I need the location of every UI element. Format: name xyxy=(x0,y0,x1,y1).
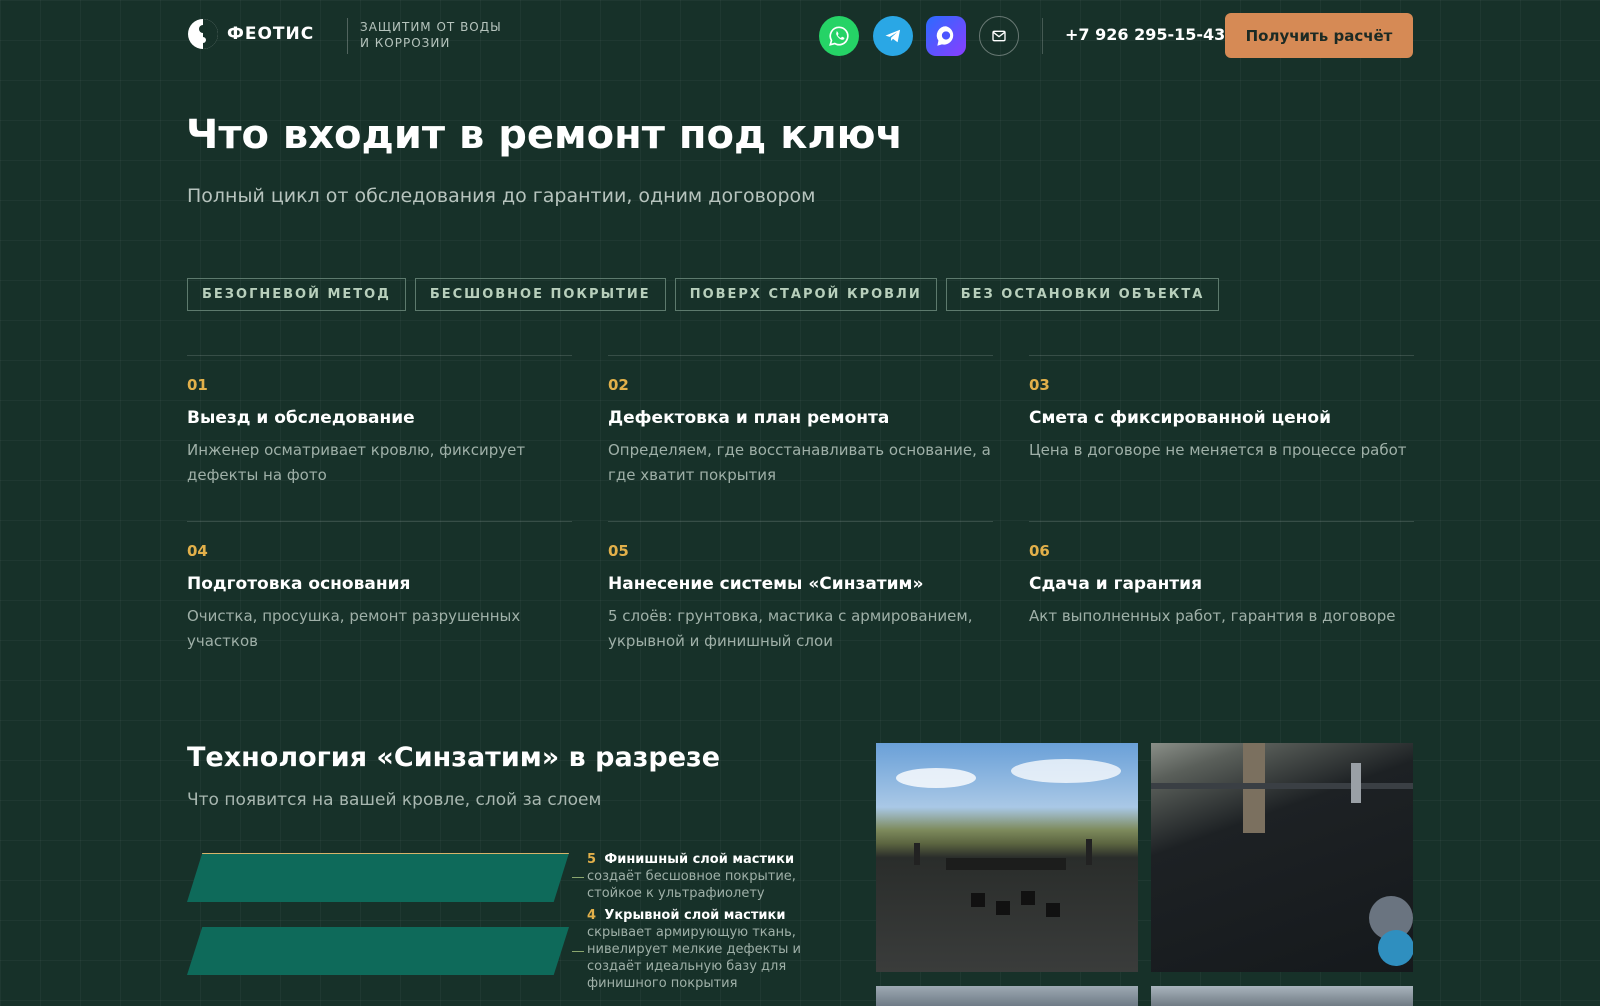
phone-link[interactable]: +7 926 295-15-43 xyxy=(1065,25,1225,44)
roof-photo-workers-illustration xyxy=(896,759,1121,917)
whatsapp-link[interactable] xyxy=(819,16,859,56)
step-title: Выезд и обследование xyxy=(187,408,415,428)
step-title: Дефектовка и план ремонта xyxy=(608,408,890,428)
step-title: Подготовка основания xyxy=(187,574,411,594)
step-card: 02 Дефектовка и план ремонта Определяем,… xyxy=(608,355,993,484)
layer-description: скрывает армирующую ткань, нивелирует ме… xyxy=(587,925,801,991)
step-description: Инженер осматривает кровлю, фиксирует де… xyxy=(187,441,526,484)
layer-5-diagram xyxy=(187,853,569,902)
page-subtitle: Полный цикл от обследования до гарантии,… xyxy=(187,185,816,207)
step-card: 03 Смета с фиксированной ценой Цена в до… xyxy=(1029,355,1414,459)
feature-tag: ПОВЕРХ СТАРОЙ КРОВЛИ xyxy=(674,278,937,311)
page-title: Что входит в ремонт под ключ xyxy=(186,112,904,158)
step-title: Смета с фиксированной ценой xyxy=(1029,408,1331,428)
step-description: Акт выполненных работ, гарантия в догово… xyxy=(1029,607,1396,625)
logo-wordmark: ФЕОТИС xyxy=(227,24,315,44)
layer-title: Укрывной слой мастики xyxy=(604,908,786,923)
roof-photo-workers xyxy=(876,743,1138,972)
telegram-link[interactable] xyxy=(873,16,913,56)
feature-tags: БЕЗОГНЕВОЙ МЕТОД БЕСШОВНОЕ ПОКРЫТИЕ ПОВЕ… xyxy=(187,278,1220,311)
mail-link[interactable] xyxy=(979,16,1019,56)
roof-photo-3 xyxy=(876,986,1138,1006)
layer-4-diagram xyxy=(187,927,569,975)
layer-description: создаёт бесшовное покрытие, стойкое к ул… xyxy=(587,869,796,901)
layer-5-connector xyxy=(572,877,584,878)
step-number: 03 xyxy=(1029,376,1050,394)
telegram-icon xyxy=(885,29,901,43)
step-card: 01 Выезд и обследование Инженер осматрив… xyxy=(187,355,572,484)
step-description: Определяем, где восстанавливать основани… xyxy=(608,441,991,484)
step-card: 06 Сдача и гарантия Акт выполненных рабо… xyxy=(1029,521,1414,625)
step-description: Цена в договоре не меняется в процессе р… xyxy=(1029,441,1407,459)
step-number: 05 xyxy=(608,542,629,560)
tagline-line-2: И КОРРОЗИИ xyxy=(360,36,451,50)
step-number: 06 xyxy=(1029,542,1050,560)
max-messenger-icon xyxy=(936,26,954,46)
tech-section-subtitle: Что появится на вашей кровле, слой за сл… xyxy=(187,790,602,810)
layer-number: 5 xyxy=(587,852,597,867)
feature-tag: БЕСШОВНОЕ ПОКРЫТИЕ xyxy=(414,278,666,311)
feature-tag: БЕЗ ОСТАНОВКИ ОБЪЕКТА xyxy=(945,278,1220,311)
roof-photo-mastic-illustration xyxy=(1151,743,1413,966)
feature-tag: БЕЗОГНЕВОЙ МЕТОД xyxy=(187,278,406,311)
step-description: Очистка, просушка, ремонт разрушенных уч… xyxy=(187,607,521,650)
step-number: 01 xyxy=(187,376,208,394)
get-estimate-button[interactable]: Получить расчёт xyxy=(1225,13,1413,58)
roof-photo-mastic xyxy=(1151,743,1413,972)
step-number: 02 xyxy=(608,376,629,394)
step-title: Нанесение системы «Синзатим» xyxy=(608,574,924,594)
logo[interactable]: ФЕОТИС xyxy=(187,18,314,50)
layer-title: Финишный слой мастики xyxy=(604,852,795,867)
layer-number: 4 xyxy=(587,908,597,923)
step-card: 04 Подготовка основания Очистка, просушк… xyxy=(187,521,572,650)
step-number: 04 xyxy=(187,542,208,560)
header-divider xyxy=(1042,18,1043,54)
layer-4-connector xyxy=(572,951,584,952)
logo-divider xyxy=(347,18,348,54)
tagline-line-1: ЗАЩИТИМ ОТ ВОДЫ xyxy=(360,20,502,34)
tech-section-title: Технология «Синзатим» в разрезе xyxy=(187,742,721,773)
whatsapp-icon xyxy=(829,26,849,46)
logo-mark-icon xyxy=(188,19,218,49)
max-messenger-link[interactable] xyxy=(926,16,966,56)
layer-4-label: 4 Укрывной слой мастики скрывает армирую… xyxy=(587,907,827,992)
layer-5-label: 5 Финишный слой мастики создаёт бесшовно… xyxy=(587,851,827,902)
step-description: 5 слоёв: грунтовка, мастика с армировани… xyxy=(608,607,973,650)
mail-icon xyxy=(992,30,1006,42)
tagline: ЗАЩИТИМ ОТ ВОДЫ И КОРРОЗИИ xyxy=(360,19,530,51)
step-card: 05 Нанесение системы «Синзатим» 5 слоёв:… xyxy=(608,521,993,650)
roof-photo-4 xyxy=(1151,986,1413,1006)
site-header: ФЕОТИС ЗАЩИТИМ ОТ ВОДЫ И КОРРОЗИИ +7 926… xyxy=(0,0,1600,72)
step-title: Сдача и гарантия xyxy=(1029,574,1202,594)
